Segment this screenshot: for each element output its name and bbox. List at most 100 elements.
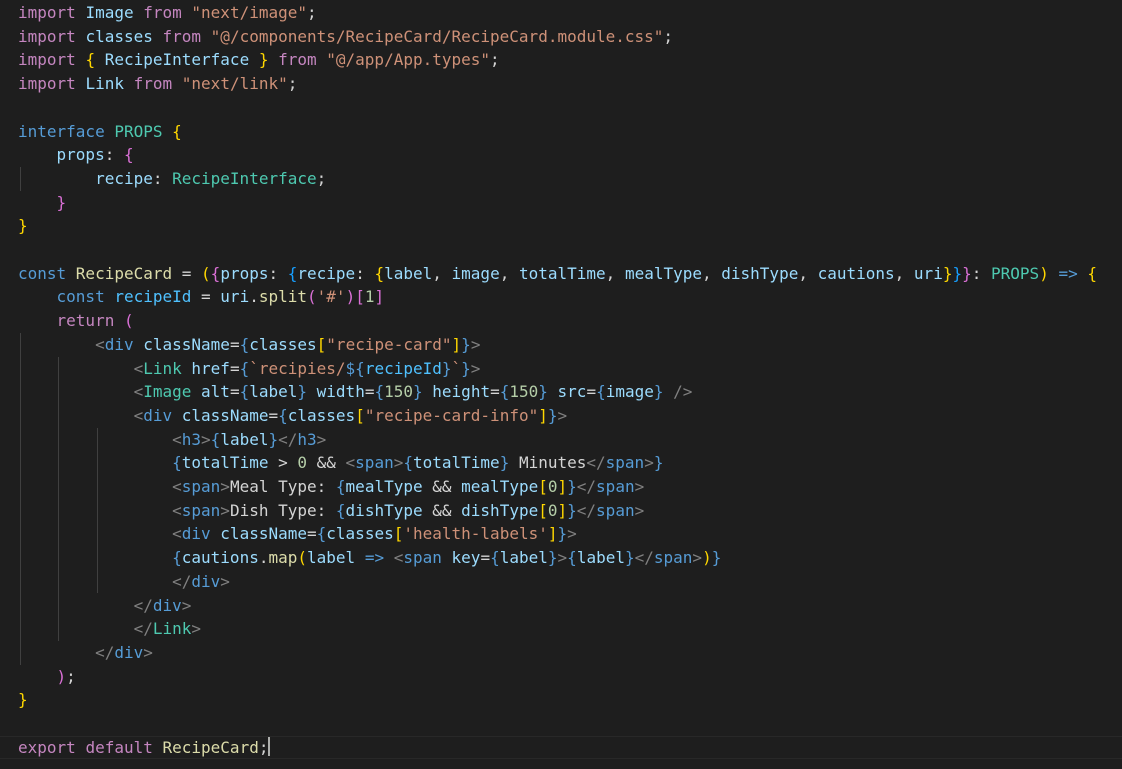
code-token: { <box>239 358 250 378</box>
code-token: ( <box>307 287 317 307</box>
code-line[interactable]: ); <box>18 665 76 689</box>
code-token: } <box>441 358 452 378</box>
code-line[interactable]: return ( <box>18 309 134 333</box>
code-token: div <box>114 642 144 662</box>
code-line[interactable]: <span>Dish Type: {dishType && dishType[0… <box>18 499 644 523</box>
code-token: < <box>133 405 144 425</box>
code-token: , <box>798 263 818 283</box>
code-token: ] <box>557 477 568 496</box>
code-token: } <box>624 548 635 568</box>
code-token: Dish Type: <box>229 500 336 520</box>
code-line[interactable]: const recipeId = uri.split('#')[1] <box>18 285 385 309</box>
code-token: span <box>181 500 221 520</box>
code-token: ; <box>307 3 317 22</box>
code-token: < <box>172 477 182 496</box>
code-token: 0 <box>297 453 317 473</box>
code-token: span <box>605 453 645 473</box>
code-token: ; <box>287 74 298 94</box>
code-token: 0 <box>547 477 558 496</box>
code-token: = <box>480 548 491 568</box>
code-token: } <box>952 263 963 283</box>
code-token: h3 <box>181 429 202 449</box>
code-line[interactable]: interface PROPS { <box>18 120 182 144</box>
code-line[interactable]: export default RecipeCard; <box>18 736 271 760</box>
code-token: { <box>172 548 182 568</box>
code-token: Image <box>85 3 144 22</box>
code-token: && <box>432 477 462 496</box>
code-token: const <box>18 263 76 283</box>
code-token: import <box>18 74 86 94</box>
code-token: span <box>355 453 394 473</box>
code-token: RecipeCard <box>75 263 182 283</box>
code-token: : <box>104 145 124 165</box>
code-token: = <box>229 382 240 402</box>
code-token: </ <box>576 477 597 496</box>
code-token: , <box>894 263 914 283</box>
code-token: } <box>547 405 558 425</box>
code-token: && <box>316 453 346 473</box>
code-line[interactable]: <span>Meal Type: {mealType && mealType[0… <box>18 475 644 499</box>
code-line[interactable]: {cautions.map(label => <span key={label}… <box>18 546 721 570</box>
code-token: } <box>557 524 568 544</box>
code-token: } <box>962 263 972 283</box>
code-line[interactable]: import { RecipeInterface } from "@/app/A… <box>18 48 500 72</box>
code-line[interactable]: <Image alt={label} width={150} height={1… <box>18 380 693 404</box>
code-line[interactable]: import Image from "next/image"; <box>18 1 317 25</box>
code-token: < <box>393 548 404 568</box>
code-token: , <box>432 263 452 283</box>
code-line[interactable]: } <box>18 688 28 712</box>
code-line[interactable]: </div> <box>18 570 230 594</box>
code-token: { <box>374 263 385 283</box>
code-token: > <box>220 477 230 496</box>
code-token: : <box>355 263 375 283</box>
code-token: from <box>143 3 192 22</box>
code-line[interactable]: </div> <box>18 594 192 618</box>
code-token: props <box>56 145 105 165</box>
code-line[interactable]: const RecipeCard = ({props: {recipe: {la… <box>18 262 1097 286</box>
code-editor[interactable]: import Image from "next/image"; import cl… <box>0 0 1122 769</box>
code-line[interactable]: import Link from "next/link"; <box>18 72 297 96</box>
code-line[interactable]: <Link href={`recipies/${recipeId}`}> <box>18 357 481 381</box>
code-token: } <box>711 548 722 568</box>
code-token: { <box>499 382 510 402</box>
code-token: "recipe-card" <box>326 334 452 354</box>
code-line[interactable]: {totalTime > 0 && <span>{totalTime} Minu… <box>18 451 663 475</box>
code-token: totalTime <box>412 453 500 473</box>
code-token: ( <box>297 548 308 568</box>
code-token: } <box>461 358 471 378</box>
code-token: && <box>432 500 462 520</box>
code-line[interactable]: <div className={classes["recipe-card"]}> <box>18 333 480 357</box>
code-token: : <box>268 263 288 283</box>
code-token: > <box>470 334 481 354</box>
code-token: { <box>567 548 577 568</box>
code-line[interactable]: } <box>18 191 67 215</box>
code-token: } <box>653 453 664 473</box>
code-line[interactable]: props: { <box>18 143 134 167</box>
code-token: classes <box>249 334 317 354</box>
code-line[interactable]: <div className={classes['health-labels']… <box>18 522 577 546</box>
code-line[interactable]: </Link> <box>18 617 201 641</box>
code-token: { <box>596 382 606 402</box>
code-line[interactable]: } <box>18 214 28 238</box>
code-token: ; <box>316 168 327 188</box>
code-token: interface <box>18 121 115 141</box>
code-line[interactable]: import classes from "@/components/Recipe… <box>18 25 673 49</box>
code-token: from <box>278 50 327 70</box>
code-line[interactable]: <h3>{label}</h3> <box>18 428 326 452</box>
code-token: { <box>287 263 298 283</box>
code-token: totalTime <box>181 453 279 473</box>
code-line[interactable]: <div className={classes["recipe-card-inf… <box>18 404 568 428</box>
code-token: { <box>210 263 221 283</box>
code-token: { <box>172 453 182 473</box>
code-token: "next/image" <box>191 3 307 22</box>
code-token: default <box>85 737 163 757</box>
code-token: } <box>567 477 577 496</box>
code-line[interactable]: </div> <box>18 641 153 665</box>
code-line[interactable]: recipe: RecipeInterface; <box>18 167 326 191</box>
